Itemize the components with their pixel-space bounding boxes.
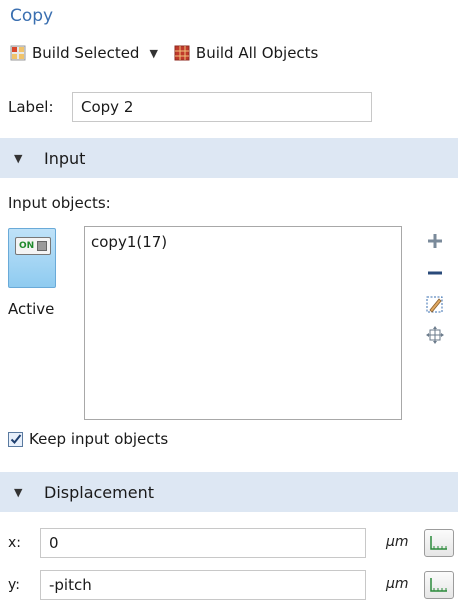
section-input-title: Input — [44, 148, 86, 168]
build-all-icon — [174, 45, 190, 61]
plus-icon — [428, 234, 442, 248]
minus-icon — [428, 271, 442, 275]
zoom-to-selection-icon — [426, 326, 444, 344]
list-item[interactable]: copy1(17) — [91, 233, 167, 251]
active-label: Active — [8, 300, 55, 318]
range-icon — [430, 536, 447, 550]
x-label: x: — [8, 535, 22, 551]
checkmark-icon — [10, 434, 21, 444]
collapse-triangle-icon[interactable]: ▼ — [14, 486, 24, 499]
build-all-button[interactable]: Build All Objects — [174, 44, 318, 62]
label-caption: Label: — [8, 98, 54, 116]
x-row: x: 0 — [8, 528, 366, 558]
y-unit: μm — [386, 576, 409, 592]
keep-input-label: Keep input objects — [29, 430, 169, 448]
clear-selection-icon — [426, 296, 443, 313]
toolbar: Build Selected ▼ Build All Objects — [10, 40, 318, 66]
on-switch-text: ON — [19, 241, 35, 251]
label-row: Label: Copy 2 — [8, 92, 372, 122]
build-selected-button[interactable]: Build Selected — [10, 44, 139, 62]
y-label: y: — [8, 577, 20, 593]
input-objects-label: Input objects: — [8, 194, 111, 212]
x-range-button[interactable] — [424, 529, 454, 557]
chevron-down-icon[interactable]: ▼ — [149, 47, 157, 60]
remove-button[interactable] — [424, 262, 446, 284]
add-button[interactable] — [424, 230, 446, 252]
range-icon — [430, 578, 447, 592]
section-displacement-title: Displacement — [44, 482, 154, 502]
section-displacement-header[interactable]: ▼ Displacement — [0, 472, 458, 512]
y-field[interactable]: -pitch — [40, 570, 366, 600]
keep-input-checkbox[interactable] — [8, 431, 23, 447]
on-switch-icon: ON — [15, 237, 51, 255]
input-objects-list[interactable]: copy1(17) — [84, 226, 402, 420]
panel-title: Copy — [10, 6, 54, 26]
active-toggle-button[interactable]: ON — [8, 228, 56, 288]
collapse-triangle-icon[interactable]: ▼ — [14, 152, 24, 165]
section-input-header[interactable]: ▼ Input — [0, 138, 458, 178]
build-selected-icon — [10, 45, 26, 61]
zoom-to-selection-button[interactable] — [424, 324, 446, 346]
x-field[interactable]: 0 — [40, 528, 366, 558]
clear-selection-button[interactable] — [424, 294, 446, 316]
label-field[interactable]: Copy 2 — [72, 92, 372, 122]
keep-input-row: Keep input objects — [8, 430, 168, 448]
x-unit: μm — [386, 534, 409, 550]
build-all-label: Build All Objects — [195, 44, 319, 62]
y-range-button[interactable] — [424, 571, 454, 599]
switch-knob — [37, 241, 47, 251]
build-selected-label: Build Selected — [32, 44, 140, 62]
y-row: y: -pitch — [8, 570, 366, 600]
